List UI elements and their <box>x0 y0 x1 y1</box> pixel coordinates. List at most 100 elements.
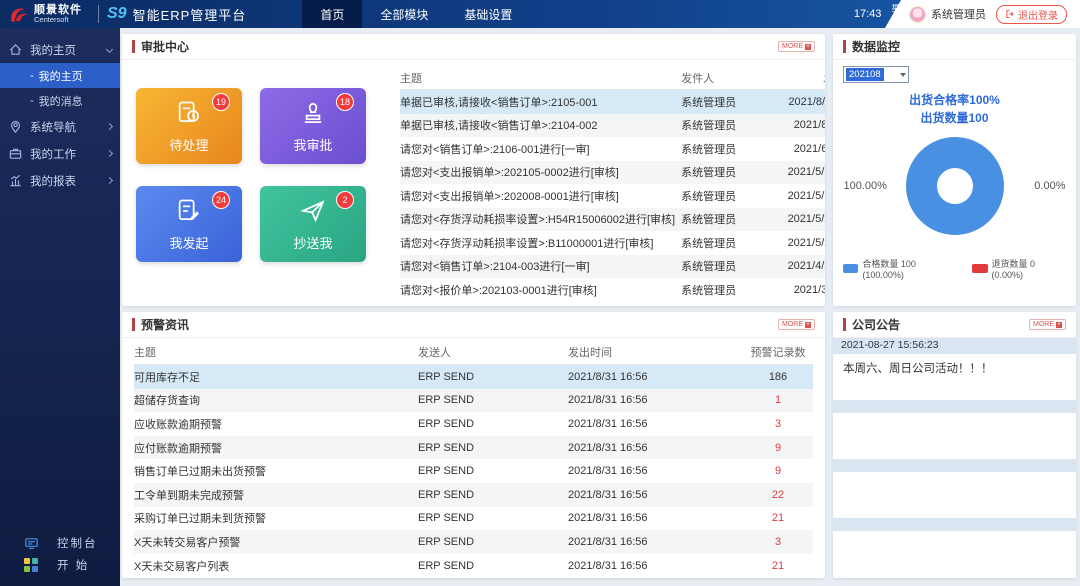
approval-row[interactable]: 单据已审核,请接收<销售订单>:2105-001 系统管理员 2021/8/14 1… <box>400 90 825 114</box>
alert-row[interactable]: 销售订单已过期未出货预警 ERP SEND 2021/8/31 16:56 9 <box>134 459 813 483</box>
nav-item-2[interactable]: 基础设置 <box>446 0 530 28</box>
sidebar-footer-console[interactable]: 控制台 <box>0 532 120 554</box>
approval-row[interactable]: 请您对<支出报销单>:202105-0002进行[审核] 系统管理员 2021/5/… <box>400 160 825 184</box>
alert-subject: 应付账款逾期预警 <box>134 442 222 455</box>
sidebar-subitem-0-0[interactable]: - 我的主页 <box>0 63 120 88</box>
announcement-content[interactable]: 本周六、周日公司活动！！！ <box>833 354 1076 398</box>
product-mark: S9 <box>107 5 127 22</box>
chevron-right-icon <box>105 176 114 185</box>
sidebar-footer-start[interactable]: 开 始 <box>0 554 120 576</box>
platform-title: 智能ERP管理平台 <box>132 7 247 23</box>
alert-time: 2021/8/31 16:56 <box>568 512 648 525</box>
alert-row[interactable]: X天未交易客户列表 ERP SEND 2021/8/31 16:56 21 <box>134 554 813 578</box>
sidebar-item-0[interactable]: 我的主页 <box>0 36 120 63</box>
approval-tile-3[interactable]: 抄送我 2 <box>260 186 366 262</box>
panel-accent-bar <box>843 40 846 53</box>
alert-subject: X天未交易客户列表 <box>134 560 230 573</box>
approval-row[interactable]: 请您对<存货浮动耗损率设置>:B11000001进行[审核] 系统管理员 2021/… <box>400 231 825 255</box>
sidebar-item-3[interactable]: 我的报表 <box>0 167 120 194</box>
tile-label: 我审批 <box>293 137 333 153</box>
alert-subject: 销售订单已过期未出货预警 <box>134 466 266 479</box>
legend-item-0: 合格数量 100 (100.00%) <box>843 257 956 280</box>
alert-time: 2021/8/31 16:56 <box>568 535 648 548</box>
chevron-right-icon <box>105 149 114 158</box>
approval-more-button[interactable]: MORE + <box>778 41 815 52</box>
chart-legend: 合格数量 100 (100.00%) 退货数量 0 (0.00%) <box>843 257 1066 280</box>
approval-time: 2021/5/22 16:39 <box>787 189 825 202</box>
approval-tile-0[interactable]: 待处理 19 <box>136 88 242 164</box>
approval-time: 2021/8/5 16:38 <box>793 119 825 132</box>
paper-plane-icon <box>299 197 327 228</box>
approval-time: 2021/5/22 17:41 <box>787 166 825 179</box>
announcements-title: 公司公告 <box>852 318 901 332</box>
alerts-more-button[interactable]: MORE + <box>778 319 815 330</box>
start-icon <box>24 557 39 573</box>
more-grid-icon: + <box>805 321 811 328</box>
chart-icon <box>8 173 24 189</box>
approval-subject: 请您对<支出报销单>:202008-0001进行[审核] <box>400 190 619 203</box>
logout-button[interactable]: 退出登录 <box>996 4 1067 24</box>
alert-row[interactable]: 应收账款逾期预警 ERP SEND 2021/8/31 16:56 3 <box>134 412 813 436</box>
approval-row[interactable]: 请您对<存货浮动耗损率设置>:H54R15006002进行[审核] 系统管理员 20… <box>400 207 825 231</box>
stamp-icon <box>299 99 327 130</box>
approval-tile-2[interactable]: 我发起 24 <box>136 186 242 262</box>
period-select[interactable]: 202108 <box>843 66 909 83</box>
donut-chart[interactable] <box>905 137 1004 235</box>
sidebar-item-2[interactable]: 我的工作 <box>0 140 120 167</box>
approval-time: 2021/3/3 12:00 <box>793 283 825 296</box>
approval-tiles: 待处理 19 我审批 18 我发起 24 抄送我 2 <box>134 66 386 298</box>
alert-subject: X天未转交易客户预警 <box>134 536 241 549</box>
approval-row[interactable]: 请您对<销售订单>:2104-003进行[一审] 系统管理员 2021/4/23 1… <box>400 254 825 278</box>
approval-subject: 请您对<报价单>:202103-0001进行[审核] <box>400 284 597 297</box>
alert-row[interactable]: 超储存货查询 ERP SEND 2021/8/31 16:56 1 <box>134 388 813 413</box>
approval-row[interactable]: 请您对<报价单>:202103-0001进行[审核] 系统管理员 2021/3/3 … <box>400 278 825 302</box>
legend-swatch <box>972 264 988 273</box>
alert-row[interactable]: 工令单到期未完成预警 ERP SEND 2021/8/31 16:56 22 <box>134 482 813 507</box>
approval-center-title: 审批中心 <box>141 40 190 54</box>
alert-subject: 工令单到期未完成预警 <box>134 489 244 502</box>
sidebar-item-1[interactable]: 系统导航 <box>0 113 120 140</box>
panel-accent-bar <box>132 318 135 331</box>
divider <box>98 5 99 23</box>
nav-item-0[interactable]: 首页 <box>302 0 363 28</box>
alert-sender: ERP SEND <box>418 417 475 430</box>
alert-sender: ERP SEND <box>418 394 475 407</box>
approval-sender: 系统管理员 <box>681 96 737 109</box>
tile-count-badge: 18 <box>336 93 354 111</box>
announcement-empty-strip <box>833 400 1076 413</box>
alert-row[interactable]: 可用库存不足 ERP SEND 2021/8/31 16:56 186 <box>134 365 813 389</box>
alert-sender: ERP SEND <box>418 441 475 454</box>
more-grid-icon: + <box>805 43 811 50</box>
alert-count: 9 <box>774 441 782 454</box>
announcement-timestamp: 2021-08-27 15:56:23 <box>833 338 1076 354</box>
alert-sender: ERP SEND <box>418 535 475 548</box>
approval-time: 2021/8/14 11:45 <box>788 95 825 108</box>
data-monitor-title: 数据监控 <box>852 40 901 54</box>
chevron-down-icon <box>900 72 906 77</box>
approval-row[interactable]: 请您对<支出报销单>:202008-0001进行[审核] 系统管理员 2021/5/… <box>400 184 825 208</box>
alert-count: 3 <box>774 417 782 430</box>
approval-subject: 请您对<存货浮动耗损率设置>:B11000001进行[审核] <box>400 237 654 250</box>
alert-time: 2021/8/31 16:56 <box>568 559 648 572</box>
approval-subject: 单据已审核,请接收<销售订单>:2104-002 <box>400 120 598 133</box>
avatar[interactable] <box>909 5 926 23</box>
chart-title: 出货合格率100% 出货数量100 <box>909 93 1000 125</box>
alert-sender: ERP SEND <box>418 488 475 501</box>
approval-row[interactable]: 单据已审核,请接收<销售订单>:2104-002 系统管理员 2021/8/5 16… <box>400 113 825 137</box>
announcements-more-button[interactable]: MORE + <box>1029 319 1066 330</box>
nav-item-1[interactable]: 全部模块 <box>362 0 446 28</box>
alert-row[interactable]: 应付账款逾期预警 ERP SEND 2021/8/31 16:56 9 <box>134 435 813 460</box>
sidebar-subitem-0-1[interactable]: - 我的消息 <box>0 88 120 113</box>
alert-row[interactable]: 采购订单已过期未到货预警 ERP SEND 2021/8/31 16:56 21 <box>134 507 813 531</box>
alert-sender: ERP SEND <box>418 370 475 383</box>
tile-count-badge: 2 <box>336 191 354 209</box>
alert-time: 2021/8/31 16:56 <box>568 465 648 478</box>
approval-time: 2021/6/5 14:58 <box>793 142 825 155</box>
alert-count: 21 <box>771 512 785 525</box>
sidebar-subitem-label: 我的主页 <box>38 70 83 83</box>
panel-accent-bar <box>132 40 135 53</box>
approval-row[interactable]: 请您对<销售订单>:2106-001进行[一审] 系统管理员 2021/6/5 14… <box>400 137 825 161</box>
home-icon <box>8 42 24 58</box>
alert-row[interactable]: X天未转交易客户预警 ERP SEND 2021/8/31 16:56 3 <box>134 530 813 554</box>
approval-tile-1[interactable]: 我审批 18 <box>260 88 366 164</box>
